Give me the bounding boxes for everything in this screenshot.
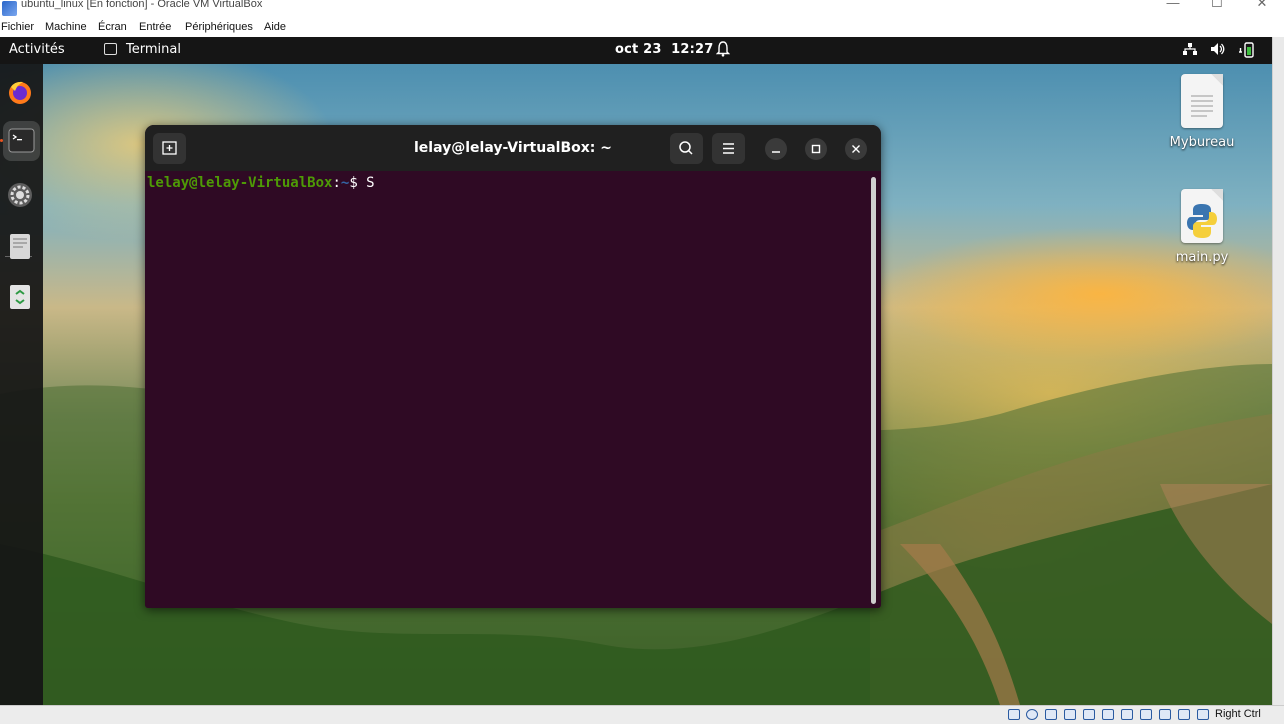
maximize-icon xyxy=(811,144,821,154)
terminal-app-icon xyxy=(104,43,117,55)
audio-icon[interactable] xyxy=(1045,709,1057,720)
vm-screen[interactable]: Activités Terminal oct 23 12:27 Mybureau… xyxy=(0,37,1272,705)
python-file-icon xyxy=(1181,189,1223,243)
menu-fichier[interactable]: Fichier xyxy=(1,21,34,33)
display-icon[interactable] xyxy=(1121,709,1133,720)
host-status-bar: Right Ctrl xyxy=(0,705,1284,724)
ubuntu-dock xyxy=(0,64,43,705)
search-icon xyxy=(679,141,693,155)
trash-icon xyxy=(10,285,30,309)
host-close-button[interactable]: ✕ xyxy=(1242,0,1282,11)
recording-icon[interactable] xyxy=(1140,709,1152,720)
app-menu-terminal[interactable]: Terminal xyxy=(126,42,181,57)
menu-machine[interactable]: Machine xyxy=(45,21,87,33)
host-window-title: ubuntu_linux [En fonction] - Oracle VM V… xyxy=(21,0,263,10)
firefox-icon xyxy=(9,81,31,104)
desktop-icon-label: Mybureau xyxy=(1169,135,1235,150)
network-icon[interactable] xyxy=(1064,709,1076,720)
menu-peripheriques[interactable]: Périphériques xyxy=(185,21,253,33)
dock-item-text-editor[interactable] xyxy=(3,227,40,267)
notification-bell-icon xyxy=(716,41,730,57)
activities-button[interactable]: Activités xyxy=(9,42,65,57)
hard-disk-icon[interactable] xyxy=(1008,709,1020,720)
terminal-output[interactable]: lelay@lelay-VirtualBox:~$ S xyxy=(147,175,375,191)
battery-power-icon[interactable] xyxy=(1237,42,1255,58)
clock-time: 12:27 xyxy=(671,42,714,57)
cpu-icon[interactable] xyxy=(1159,709,1171,720)
desktop-icon-label: main.py xyxy=(1175,250,1229,265)
mouse-integration-icon[interactable] xyxy=(1178,709,1190,720)
close-button[interactable] xyxy=(845,138,867,160)
dock-item-firefox[interactable] xyxy=(3,73,40,113)
minimize-button[interactable] xyxy=(765,138,787,160)
desktop-icon-mybureau[interactable]: Mybureau xyxy=(1162,74,1242,150)
clock[interactable]: oct 23 12:27 xyxy=(615,42,714,57)
keyboard-icon[interactable] xyxy=(1197,709,1209,720)
clock-date: oct 23 xyxy=(615,42,662,57)
dock-item-terminal[interactable] xyxy=(3,121,40,161)
host-minimize-button[interactable]: — xyxy=(1153,0,1193,10)
command-input[interactable]: S xyxy=(366,175,374,191)
dock-item-settings[interactable] xyxy=(3,175,40,215)
menu-aide[interactable]: Aide xyxy=(264,21,286,33)
text-file-icon xyxy=(1181,74,1223,128)
desktop-icon-main-py[interactable]: main.py xyxy=(1162,189,1242,265)
terminal-headerbar[interactable]: lelay@lelay-VirtualBox: ~ xyxy=(145,125,881,171)
menu-ecran[interactable]: Écran xyxy=(98,21,127,33)
menu-button[interactable] xyxy=(712,133,745,164)
terminal-scrollbar[interactable] xyxy=(871,177,876,604)
maximize-button[interactable] xyxy=(805,138,827,160)
virtualbox-icon xyxy=(2,1,17,16)
dock-item-trash[interactable] xyxy=(3,277,40,317)
menu-entree[interactable]: Entrée xyxy=(139,21,171,33)
prompt-user: lelay@lelay-VirtualBox xyxy=(147,175,333,191)
minimize-icon xyxy=(772,151,780,153)
shared-folders-icon[interactable] xyxy=(1102,709,1114,720)
search-button[interactable] xyxy=(670,133,703,164)
terminal-icon xyxy=(8,128,35,153)
host-key-label: Right Ctrl xyxy=(1215,708,1261,720)
close-icon xyxy=(852,145,860,153)
prompt-separator: : xyxy=(332,175,341,191)
prompt-symbol: $ xyxy=(349,175,367,191)
host-maximize-button[interactable]: ☐ xyxy=(1197,0,1237,11)
terminal-window[interactable]: lelay@lelay-VirtualBox: ~ lelay@lelay-Vi… xyxy=(145,125,881,608)
running-indicator xyxy=(0,139,3,142)
volume-icon[interactable] xyxy=(1210,42,1226,56)
usb-icon[interactable] xyxy=(1083,709,1095,720)
settings-gear-icon xyxy=(8,183,32,207)
host-scrollbar[interactable] xyxy=(1272,37,1284,705)
host-menu-bar: Fichier Machine Écran Entrée Périphériqu… xyxy=(0,19,1284,37)
hamburger-menu-icon xyxy=(723,143,734,154)
host-title-bar: ubuntu_linux [En fonction] - Oracle VM V… xyxy=(0,0,1284,19)
gnome-top-bar: Activités Terminal oct 23 12:27 xyxy=(0,37,1272,64)
text-editor-icon xyxy=(10,234,30,259)
network-wired-icon[interactable] xyxy=(1182,42,1198,56)
optical-drive-icon[interactable] xyxy=(1026,709,1038,720)
